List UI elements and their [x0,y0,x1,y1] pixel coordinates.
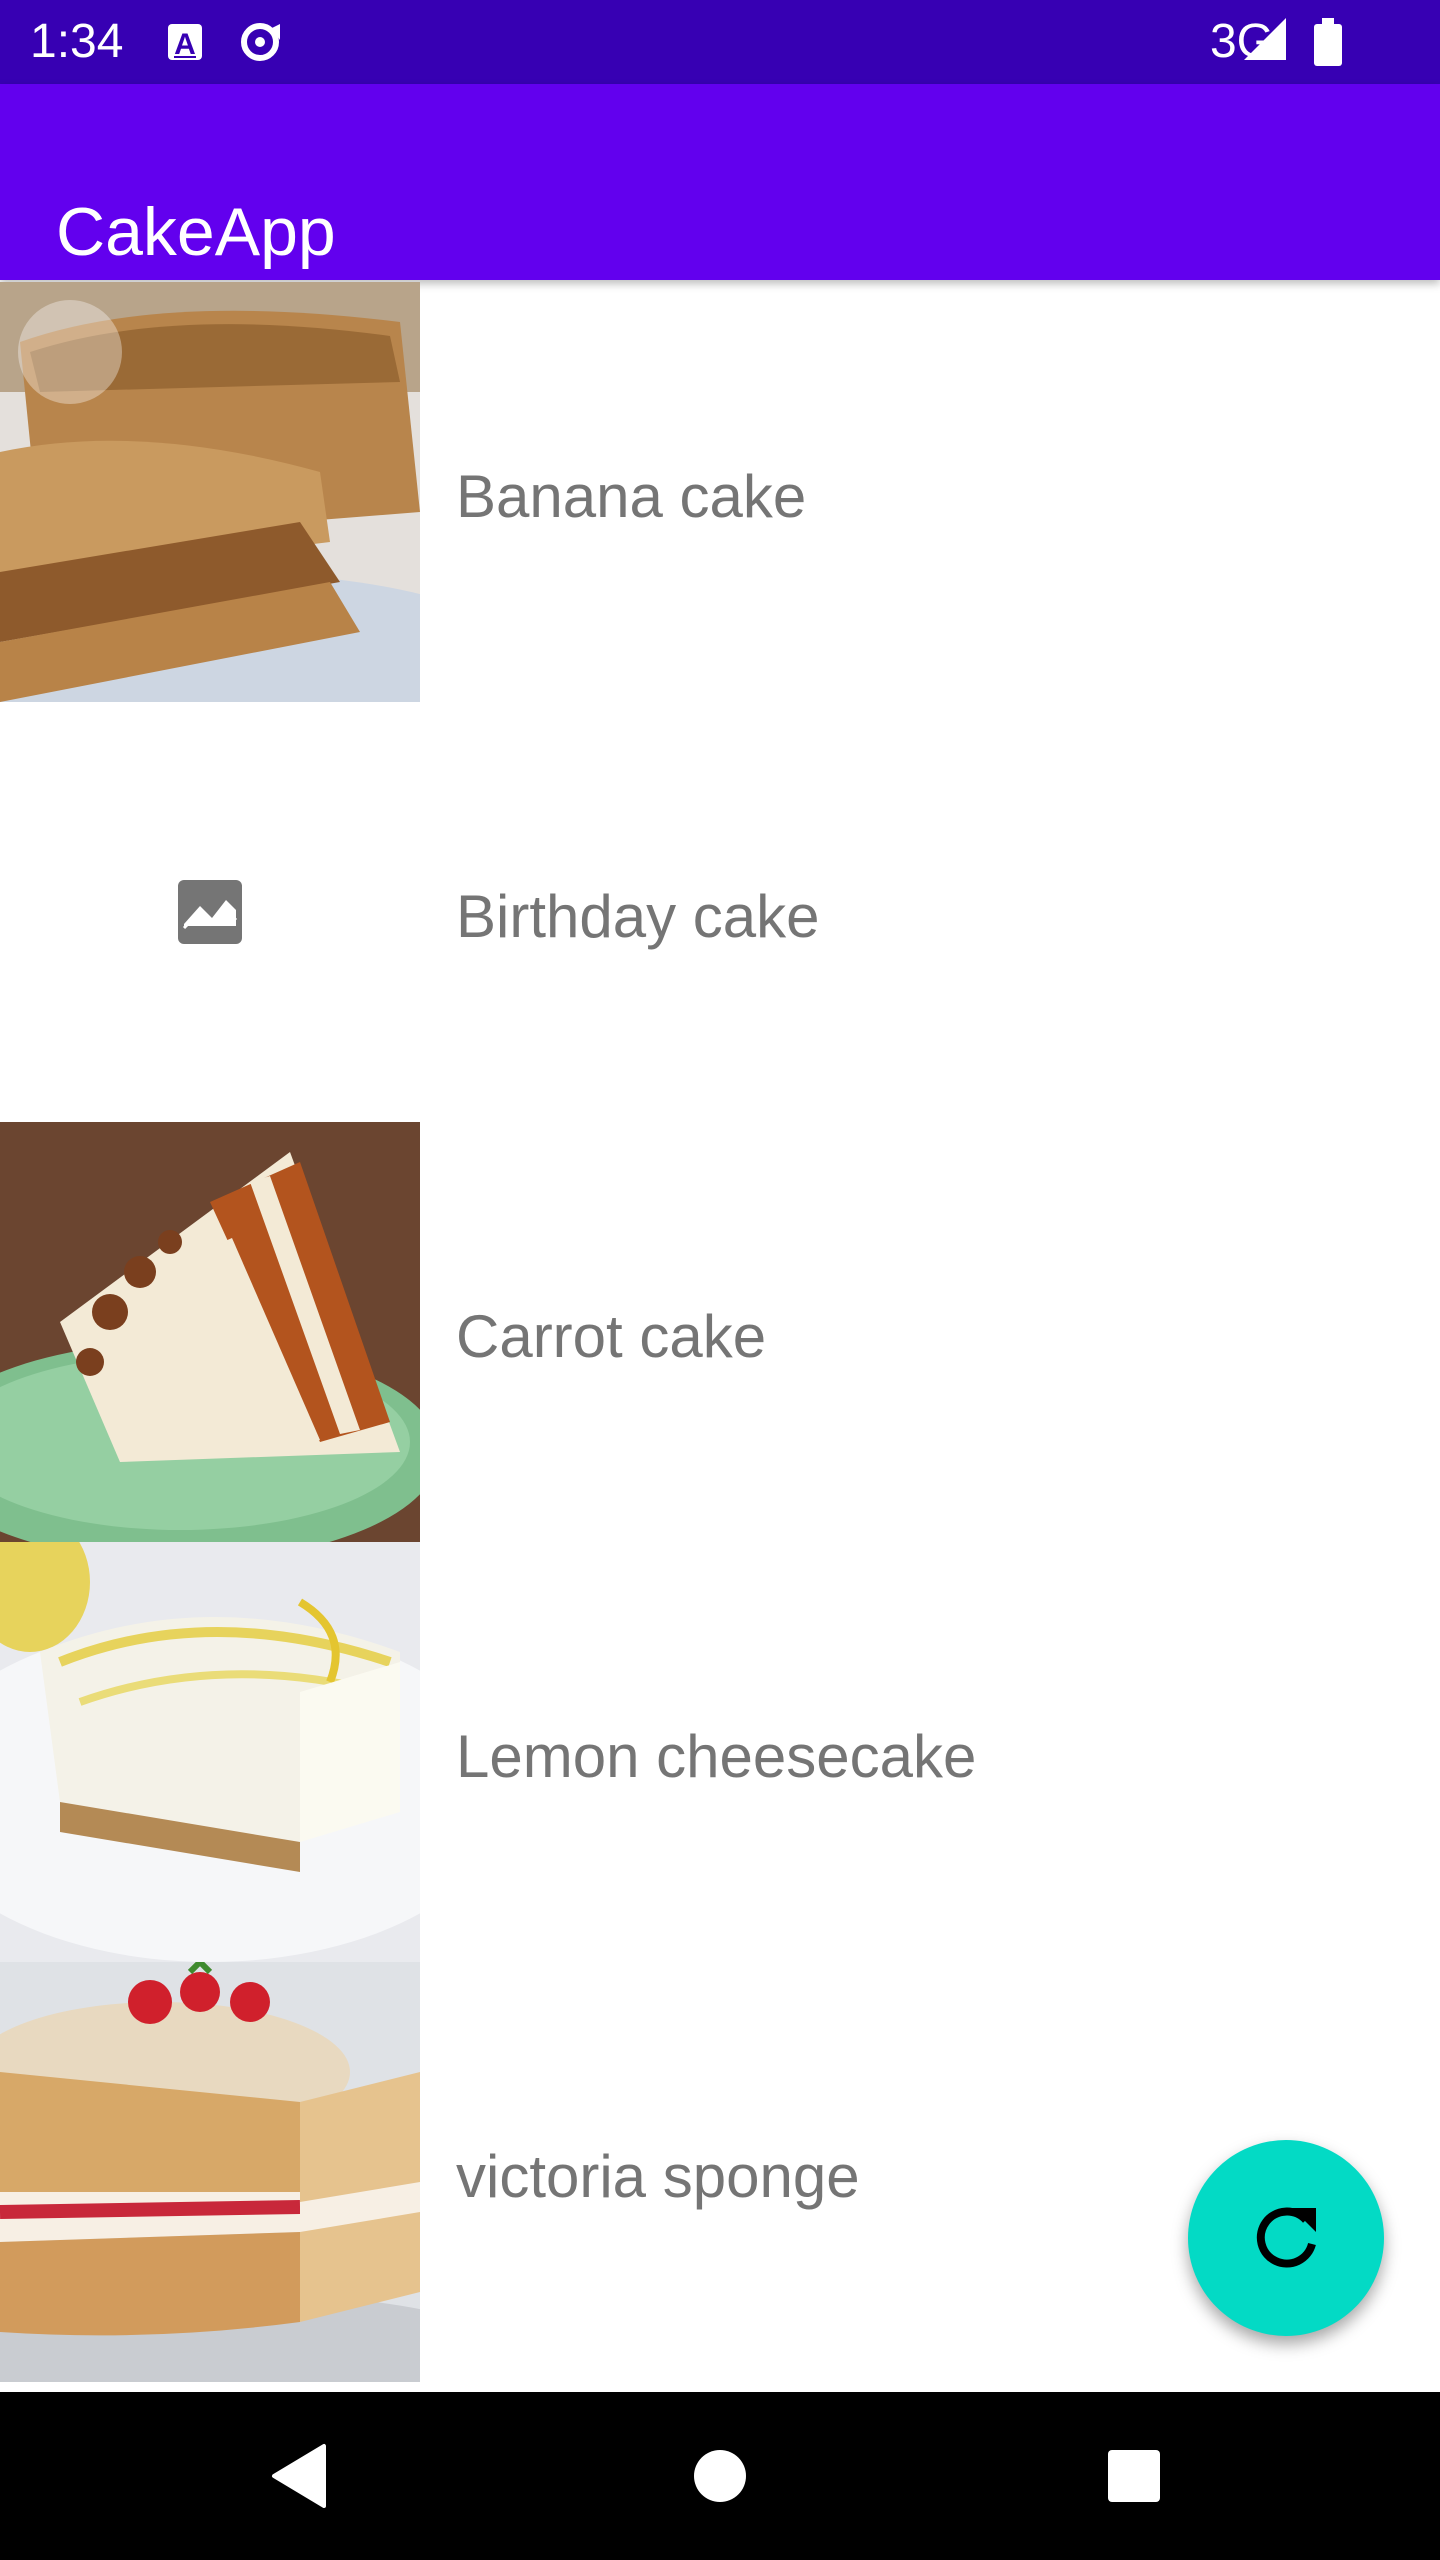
app-title: CakeApp [56,193,336,270]
cake-name: Birthday cake [456,883,820,950]
banana-cake-image [0,282,420,702]
back-icon[interactable] [272,2444,326,2508]
cake-name: Banana cake [456,463,807,530]
cake-name: victoria sponge [456,2143,860,2210]
status-notification-icons: A [168,23,280,61]
cake-name: Lemon cheesecake [456,1723,977,1790]
home-icon[interactable] [694,2450,746,2502]
carrot-cake-image [0,1122,420,1542]
victoria-sponge-image [0,1962,420,2382]
status-bar: 1:34 A 3G [0,0,1440,84]
app-bar: CakeApp [0,84,1440,280]
recents-icon[interactable] [1108,2450,1160,2502]
data-saver-icon [241,23,280,61]
cake-list[interactable]: Banana cake Birthday cake Carrot cake Le… [0,282,1440,2382]
navigation-bar [0,2392,1440,2560]
font-icon: A [168,24,202,61]
battery-icon [1314,18,1342,66]
list-item[interactable]: Carrot cake [0,1122,1440,1542]
status-system-icons [1244,18,1342,66]
list-item[interactable]: Lemon cheesecake [0,1542,1440,1962]
refresh-button[interactable] [1188,2140,1384,2336]
broken-image-icon [0,702,420,1122]
refresh-icon [1256,2207,1316,2268]
status-time: 1:34 [30,15,124,68]
lemon-cheesecake-image [0,1542,420,1962]
list-item[interactable]: Birthday cake [0,702,1440,1122]
birthday-cake-image [0,702,420,1122]
cake-name: Carrot cake [456,1303,767,1370]
list-item[interactable]: Banana cake [0,282,1440,702]
signal-icon [1244,18,1286,60]
